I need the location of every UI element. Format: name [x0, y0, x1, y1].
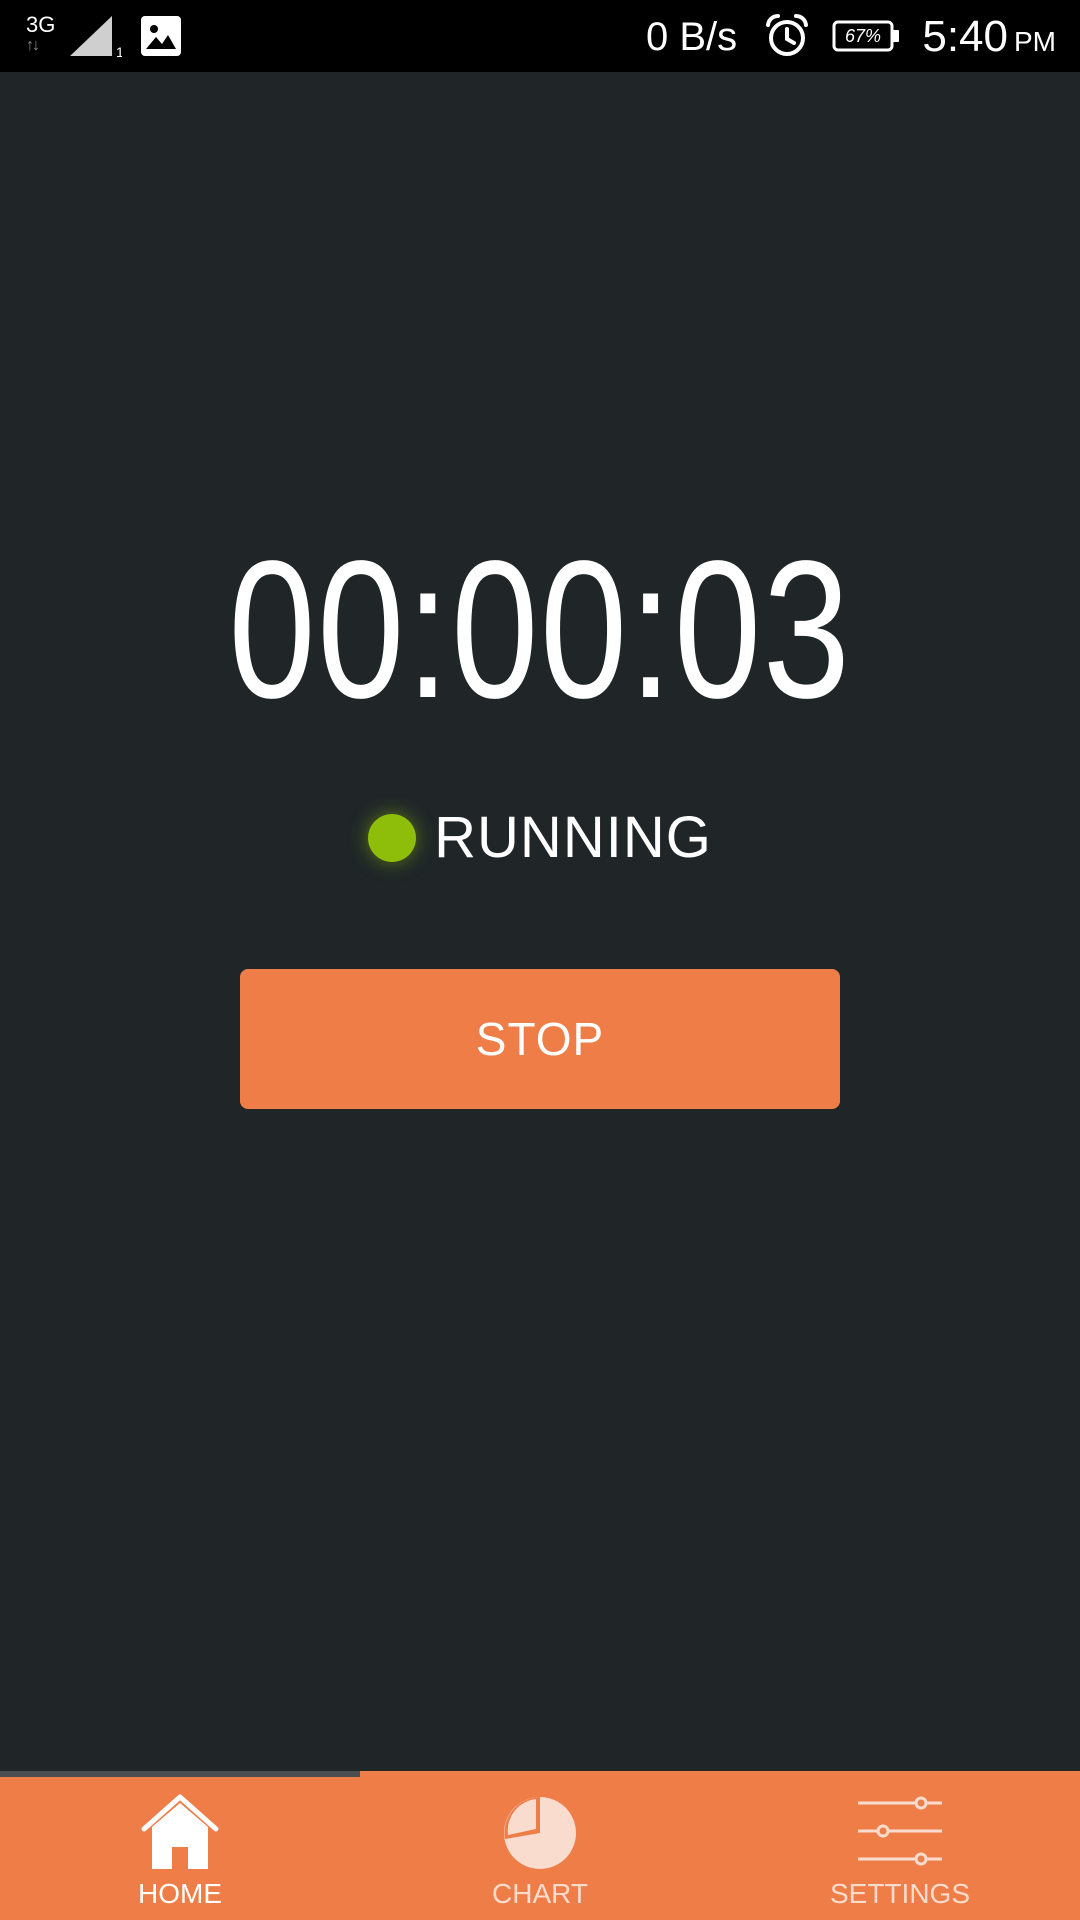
home-icon: [141, 1794, 219, 1869]
run-status: RUNNING: [0, 806, 1080, 870]
network-speed: 0 B/s: [646, 15, 738, 59]
pie-chart-icon: [504, 1797, 576, 1869]
tab-chart[interactable]: CHART: [360, 1777, 720, 1920]
status-indicator-dot: [368, 814, 417, 862]
clock-ampm: PM: [1014, 26, 1056, 57]
tab-home-label: HOME: [138, 1878, 222, 1909]
stop-button[interactable]: STOP: [240, 969, 840, 1109]
status-label: RUNNING: [434, 805, 712, 870]
data-activity-icon: ↑↓: [26, 37, 40, 54]
sliders-icon: [858, 1796, 942, 1866]
tab-chart-label: CHART: [492, 1878, 588, 1909]
image-icon: [141, 16, 181, 56]
battery-level: 67%: [844, 26, 882, 46]
battery-icon: 67%: [832, 20, 902, 52]
alarm-icon: [766, 13, 808, 56]
tab-settings-label: SETTINGS: [829, 1878, 970, 1909]
sim-slot-label: 1: [116, 44, 122, 58]
tab-home[interactable]: HOME: [0, 1777, 360, 1920]
signal-icon: 1: [70, 16, 122, 58]
clock-time: 5:40: [922, 12, 1008, 61]
status-bar: 3G ↑↓ 1 0 B/s 67% 5:40 PM: [0, 0, 1080, 72]
network-type-label: 3G: [26, 12, 56, 37]
tab-settings[interactable]: SETTINGS: [720, 1777, 1080, 1920]
bottom-navigation: HOME CHART SETTINGS: [0, 1777, 1080, 1920]
app-screen: 3G ↑↓ 1 0 B/s 67% 5:40 PM 00:00:03 RUNNI…: [0, 0, 1080, 1920]
clock: 5:40 PM: [922, 12, 1056, 62]
elapsed-timer: 00:00:03: [228, 520, 852, 739]
